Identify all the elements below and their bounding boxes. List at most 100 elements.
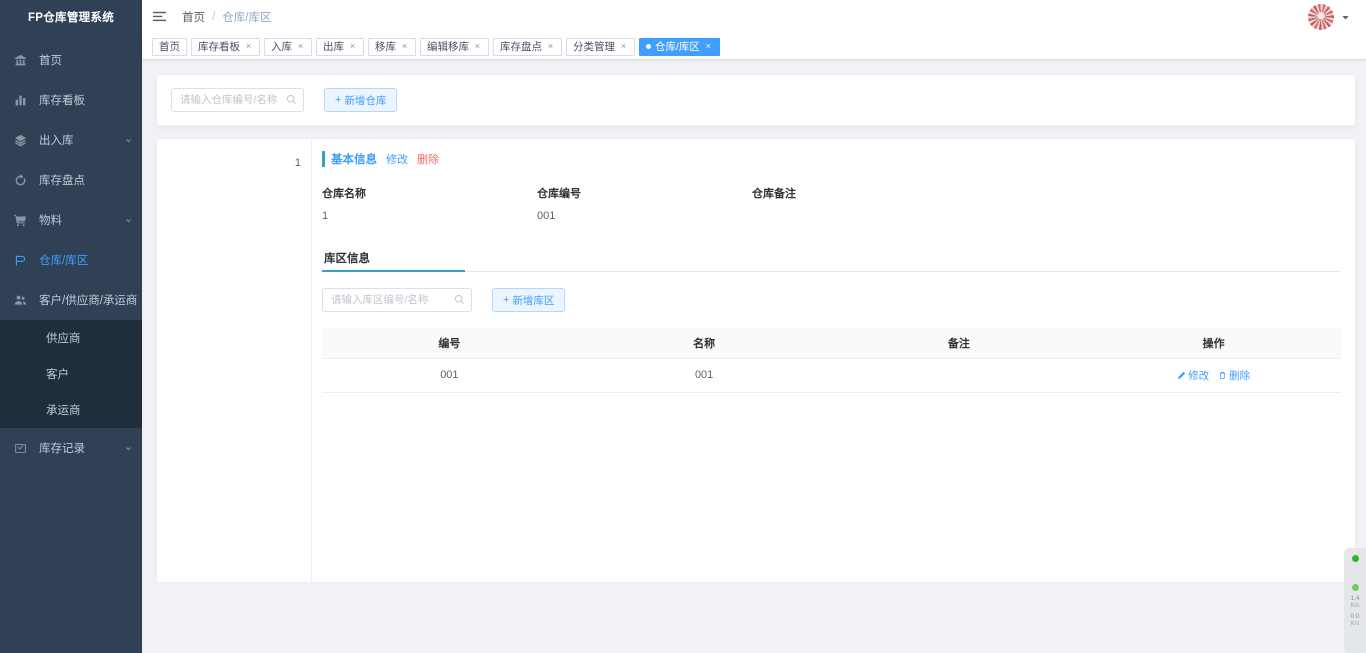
close-icon[interactable]: ×	[619, 42, 628, 51]
delete-zone-link[interactable]: 删除	[1218, 368, 1250, 383]
sidebar-item-label: 库存盘点	[39, 175, 85, 187]
cell-code: 001	[322, 358, 577, 393]
download-unit: K/s	[1350, 602, 1360, 609]
tab-inbound[interactable]: 入库 ×	[264, 37, 312, 56]
caret-down-icon[interactable]	[1341, 13, 1350, 22]
sidebar-item-label: 物料	[39, 215, 62, 227]
hamburger-icon[interactable]	[152, 9, 168, 25]
tabs-bar: 首页 库存看板 × 入库 × 出库 × 移库 × 编辑移库 × 库存盘点 × 分…	[142, 34, 1366, 60]
warehouse-search-input[interactable]	[171, 88, 304, 112]
tab-label: 编辑移库	[427, 41, 469, 53]
table-row[interactable]: 001 001 修改 删除	[322, 358, 1341, 393]
page-content: + 新增仓库 1 基本信息 修改	[142, 60, 1366, 653]
app-title: FP仓库管理系统	[27, 12, 115, 24]
cell-remark	[831, 358, 1087, 393]
filter-card: + 新增仓库	[156, 74, 1356, 126]
sidebar-subitem-carrier[interactable]: 承运商	[0, 392, 142, 428]
tab-label: 首页	[159, 41, 180, 53]
sidebar-item-home[interactable]: 首页	[0, 40, 142, 80]
sidebar-item-partners[interactable]: 客户/供应商/承运商	[0, 280, 142, 320]
tab-label: 仓库/库区	[655, 41, 700, 53]
edit-zone-link[interactable]: 修改	[1177, 368, 1209, 383]
edit-warehouse-link[interactable]: 修改	[386, 151, 408, 167]
close-icon[interactable]: ×	[296, 42, 305, 51]
warehouse-icon	[11, 252, 29, 268]
column-header-remark[interactable]: 备注	[831, 328, 1087, 359]
tab-move[interactable]: 移库 ×	[368, 37, 416, 56]
avatar[interactable]	[1308, 4, 1334, 30]
desc-value: 1	[322, 210, 329, 222]
tab-outbound[interactable]: 出库 ×	[316, 37, 364, 56]
sidebar-item-label: 仓库/库区	[39, 255, 89, 267]
desc-value	[752, 210, 967, 224]
download-value: 1.4	[1350, 595, 1360, 602]
close-icon[interactable]: ×	[348, 42, 357, 51]
tab-label: 库存盘点	[500, 41, 542, 53]
zone-subtabs: 库区信息	[322, 246, 1341, 272]
network-monitor-widget[interactable]: 1.4 K/s 0.0 K/s	[1344, 548, 1366, 653]
add-zone-label: 新增库区	[512, 294, 555, 307]
sidebar-item-inventory-records[interactable]: 库存记录	[0, 428, 142, 468]
plus-icon: +	[335, 93, 342, 106]
basic-info-header: 基本信息 修改 删除	[322, 151, 1341, 167]
upload-unit: K/s	[1350, 620, 1360, 627]
record-icon	[11, 440, 29, 456]
sidebar-item-warehouse[interactable]: 仓库/库区	[0, 240, 142, 280]
desc-item-warehouse-remark: 仓库备注	[752, 185, 967, 224]
sidebar-subitem-supplier[interactable]: 供应商	[0, 320, 142, 356]
tree-node-label: 1	[294, 157, 301, 169]
sidebar-item-inventory-board[interactable]: 库存看板	[0, 80, 142, 120]
zone-search-wrap	[322, 288, 472, 312]
desc-item-warehouse-code: 仓库编号 001	[537, 185, 752, 224]
sidebar-item-label: 出入库	[39, 135, 74, 147]
pencil-icon	[1177, 371, 1186, 380]
tab-warehouse[interactable]: 仓库/库区 ×	[639, 37, 720, 56]
sidebar-item-material[interactable]: 物料	[0, 200, 142, 240]
close-icon[interactable]: ×	[546, 42, 555, 51]
sidebar-item-label: 库存看板	[39, 95, 85, 107]
tab-inventory-board[interactable]: 库存看板 ×	[191, 37, 260, 56]
plus-icon: +	[503, 293, 510, 306]
column-header-actions[interactable]: 操作	[1086, 328, 1341, 359]
close-icon[interactable]: ×	[473, 42, 482, 51]
sidebar-item-inout[interactable]: 出入库	[0, 120, 142, 160]
cell-name: 001	[576, 358, 832, 393]
app-root: FP仓库管理系统 首页 库存看板 出入库 库存盘点 物料 仓库/库区 客户/供应…	[0, 0, 1366, 653]
tab-home[interactable]: 首页	[152, 37, 187, 56]
add-zone-button[interactable]: + 新增库区	[492, 288, 566, 312]
row-actions: 修改 删除	[1177, 368, 1250, 383]
sidebar-subitem-customer[interactable]: 客户	[0, 356, 142, 392]
tab-label: 出库	[323, 41, 344, 53]
warehouse-detail-card: 1 基本信息 修改 删除 仓库名称 1 仓库编号 001 仓库备注 库区信息 请…	[156, 138, 1356, 583]
layers-icon	[11, 132, 29, 148]
tab-category[interactable]: 分类管理 ×	[566, 37, 635, 56]
chevron-up-icon	[125, 297, 132, 304]
delete-warehouse-link[interactable]: 删除	[417, 151, 439, 167]
close-icon[interactable]: ×	[400, 42, 409, 51]
close-icon[interactable]: ×	[244, 42, 253, 51]
close-icon[interactable]: ×	[704, 42, 713, 51]
tab-stocktake[interactable]: 库存盘点 ×	[493, 37, 562, 56]
sidebar-logo[interactable]: FP仓库管理系统	[0, 0, 142, 34]
top-navbar: 首页 / 仓库/库区	[142, 0, 1366, 34]
sidebar-item-label: 客户/供应商/承运商	[39, 295, 138, 307]
sidebar-menu: 首页 库存看板 出入库 库存盘点 物料 仓库/库区 客户/供应商/承运商 供应商…	[0, 34, 142, 468]
desc-label: 仓库备注	[752, 188, 796, 200]
tab-label: 入库	[271, 41, 292, 53]
zone-toolbar: + 新增库区	[322, 288, 1341, 312]
tab-zone-info[interactable]: 库区信息	[322, 246, 465, 272]
desc-label: 仓库编号	[537, 188, 581, 200]
add-warehouse-button[interactable]: + 新增仓库	[324, 88, 398, 112]
tab-edit-move[interactable]: 编辑移库 ×	[420, 37, 489, 56]
breadcrumb-home[interactable]: 首页	[182, 9, 205, 25]
refresh-icon	[11, 172, 29, 188]
zone-search-input[interactable]	[322, 288, 472, 312]
column-header-name[interactable]: 名称	[576, 328, 832, 359]
edit-zone-label: 修改	[1188, 369, 1210, 382]
zone-table-head: 编号 名称 备注 操作	[322, 328, 1341, 359]
footer-spacer	[156, 583, 1356, 607]
upload-speed: 0.0 K/s	[1350, 613, 1360, 627]
sidebar-item-stocktake[interactable]: 库存盘点	[0, 160, 142, 200]
tree-node[interactable]: 1	[157, 151, 311, 175]
column-header-code[interactable]: 编号	[322, 328, 577, 359]
